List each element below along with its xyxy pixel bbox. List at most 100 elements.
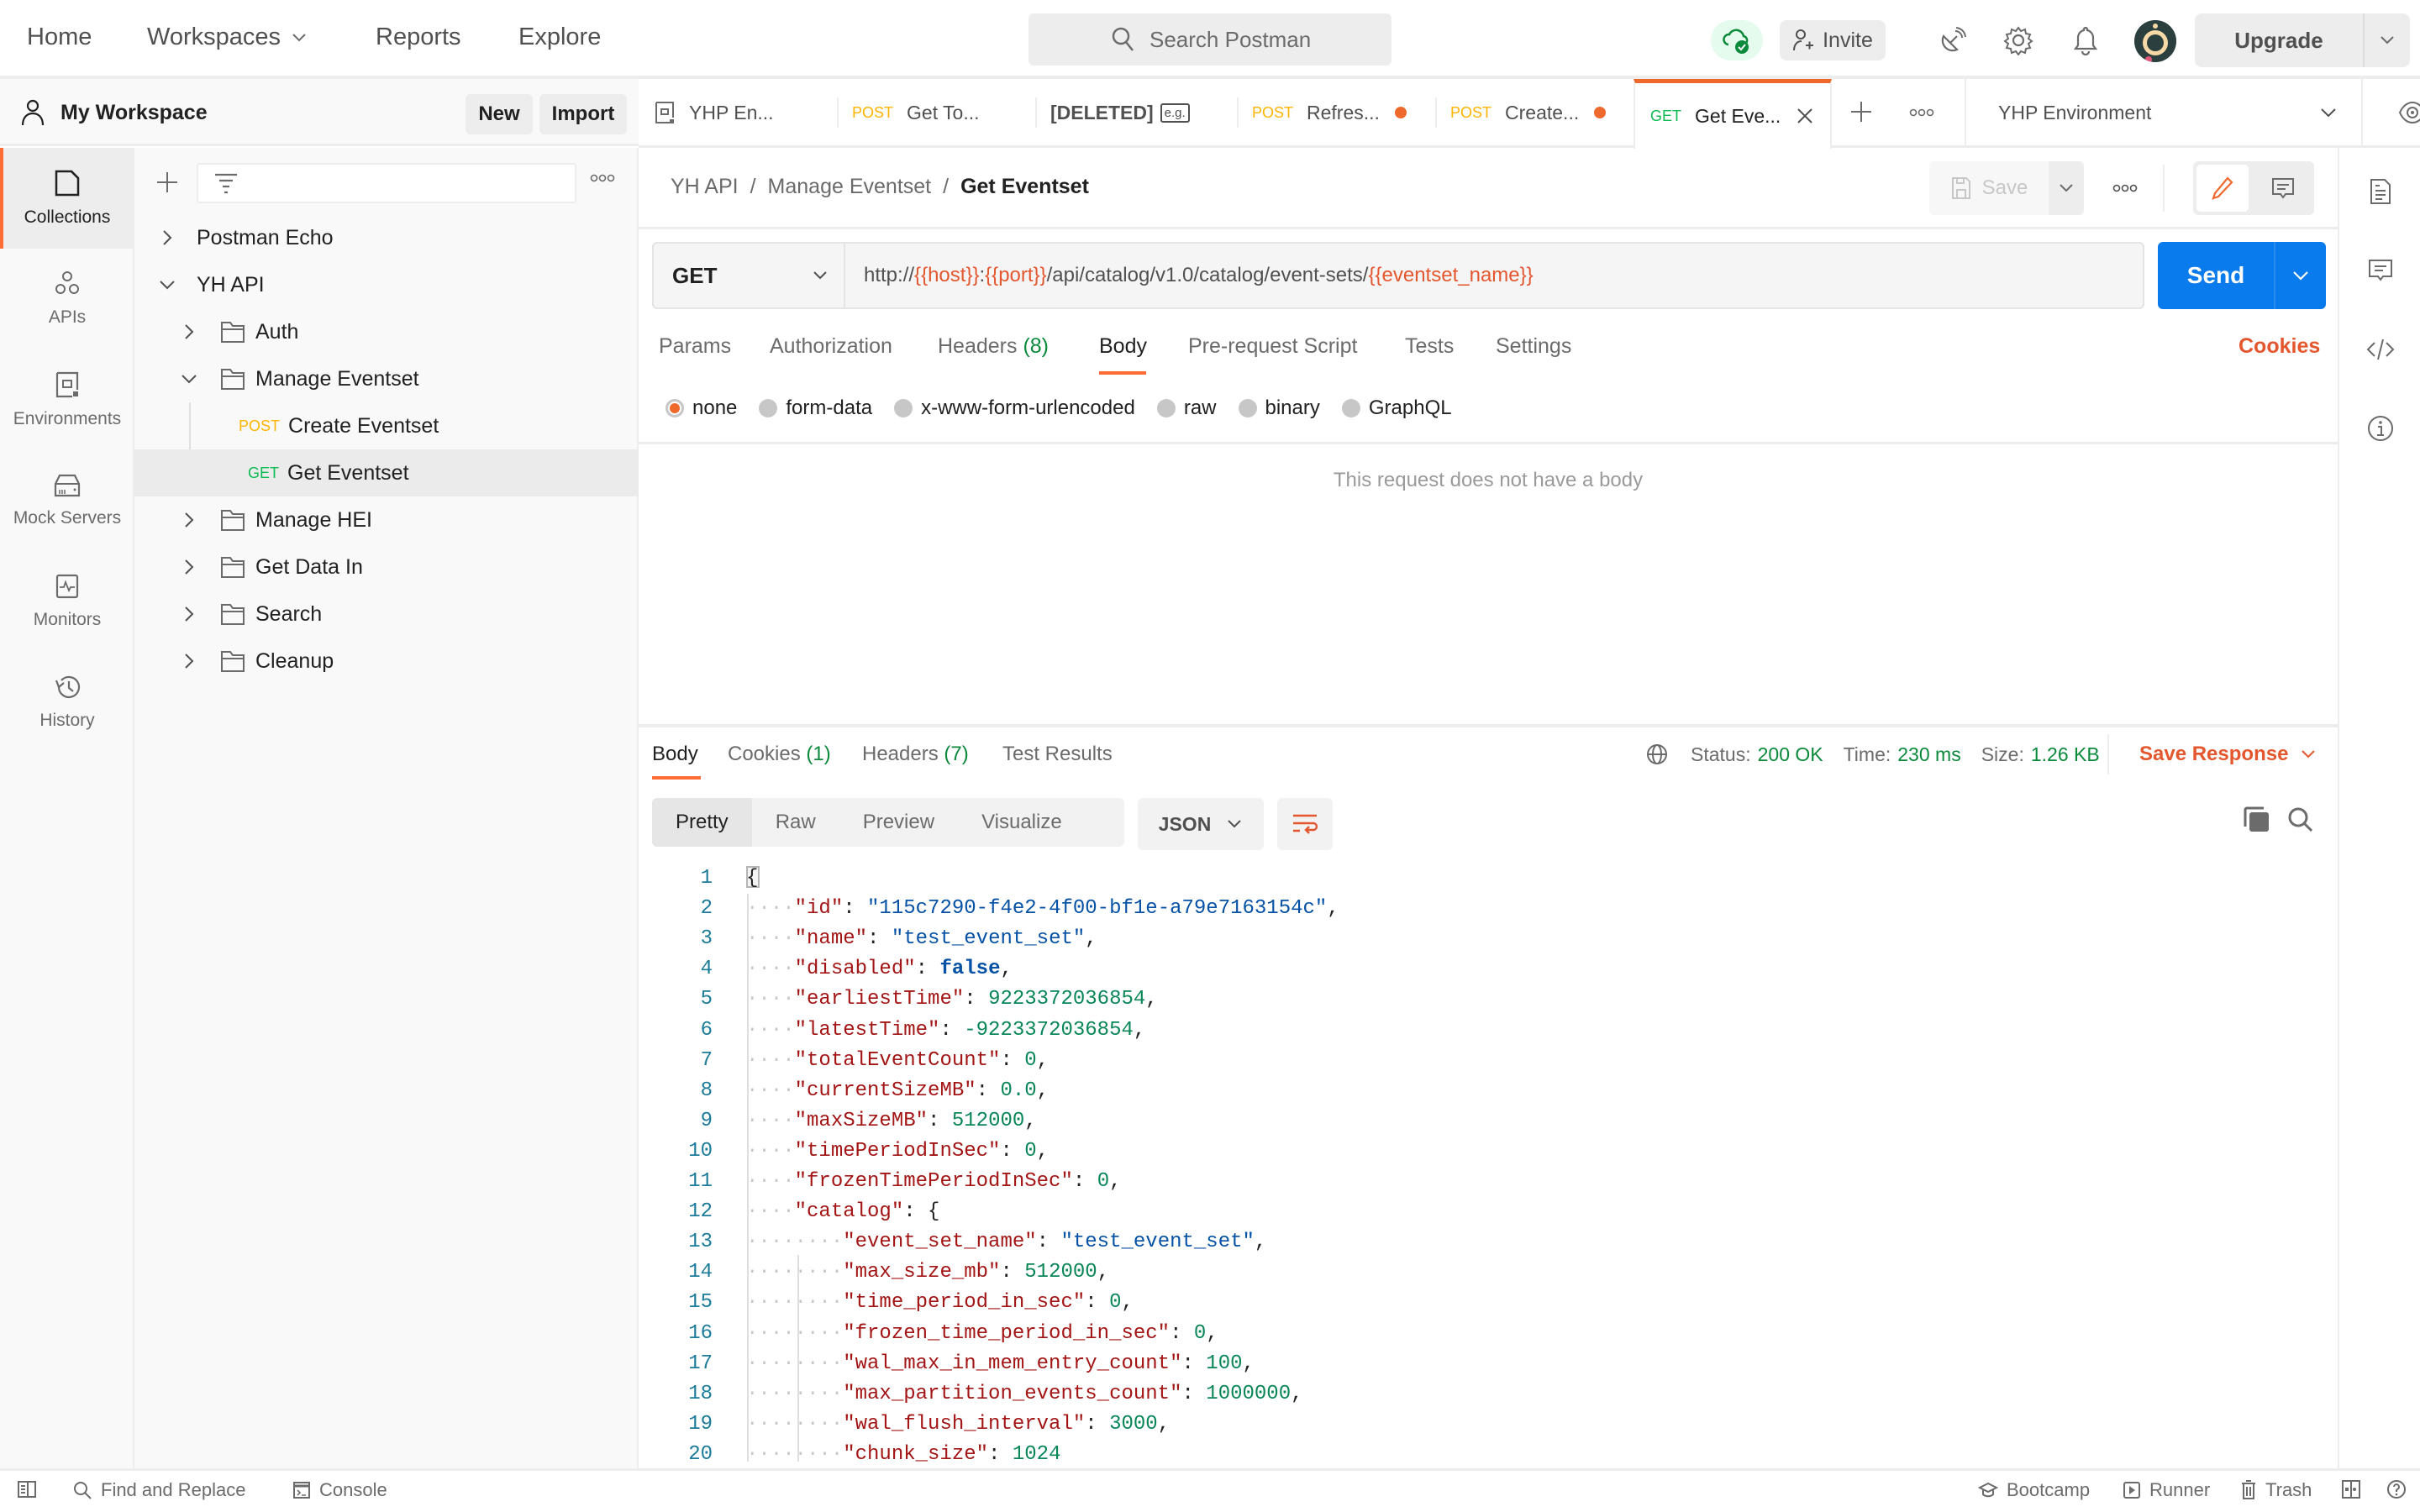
comment-mode-icon[interactable] xyxy=(2257,165,2309,212)
tab-get-token[interactable]: POST Get To... xyxy=(837,79,1035,146)
tab-pre-request-script[interactable]: Pre-request Script xyxy=(1188,334,1357,359)
size-value[interactable]: 1.26 KB xyxy=(2031,743,2100,766)
radio-form-data[interactable]: form-data xyxy=(759,396,872,420)
rail-item-collections[interactable]: Collections xyxy=(0,148,134,249)
invite-button[interactable]: Invite xyxy=(1780,20,1886,60)
upgrade-button[interactable]: Upgrade xyxy=(2195,13,2410,67)
view-pretty[interactable]: Pretty xyxy=(652,798,752,847)
view-visualize[interactable]: Visualize xyxy=(958,798,1086,847)
response-tab-cookies[interactable]: Cookies (1) xyxy=(728,743,831,766)
filter-input[interactable] xyxy=(197,163,576,203)
tabs-more-icon[interactable] xyxy=(1909,108,1934,118)
copy-icon[interactable] xyxy=(2244,806,2270,833)
tree-item-manage-hei[interactable]: Manage HEI xyxy=(134,496,639,543)
request-more-icon[interactable] xyxy=(2112,183,2138,193)
view-preview[interactable]: Preview xyxy=(839,798,958,847)
new-tab-icon[interactable] xyxy=(1849,99,1874,124)
tab-yhp-environment[interactable]: YHP En... xyxy=(639,79,837,146)
search-response-icon[interactable] xyxy=(2287,806,2314,833)
view-raw[interactable]: Raw xyxy=(752,798,839,847)
tab-body[interactable]: Body xyxy=(1099,334,1147,359)
satellite-icon[interactable] xyxy=(1936,24,1970,57)
save-dropdown-chevron-icon[interactable] xyxy=(2049,161,2084,215)
radio-binary[interactable]: binary xyxy=(1238,396,1320,420)
rail-item-mock-servers[interactable]: Mock Servers xyxy=(0,450,134,551)
tab-settings[interactable]: Settings xyxy=(1496,334,1571,359)
tab-get-eventset[interactable]: GET Get Eve... xyxy=(1634,79,1832,149)
two-pane-toggle[interactable] xyxy=(2341,1479,2361,1499)
nav-explore[interactable]: Explore xyxy=(518,24,601,51)
url-input[interactable]: http://{{host}}: {{port}}/api/catalog/v1.… xyxy=(845,244,1534,307)
documentation-icon[interactable] xyxy=(2362,173,2399,210)
comments-icon[interactable] xyxy=(2362,252,2399,289)
settings-gear-icon[interactable] xyxy=(2002,24,2035,57)
tree-item-create-eventset[interactable]: POST Create Eventset xyxy=(134,402,639,449)
tree-item-postman-echo[interactable]: Postman Echo xyxy=(134,214,639,261)
time-value[interactable]: 230 ms xyxy=(1897,743,1960,766)
response-tab-body[interactable]: Body xyxy=(652,743,698,766)
radio-x-www-form-urlencoded[interactable]: x-www-form-urlencoded xyxy=(894,396,1135,420)
nav-workspaces[interactable]: Workspaces xyxy=(147,24,308,51)
rail-item-monitors[interactable]: Monitors xyxy=(0,551,134,652)
send-dropdown-chevron-icon[interactable] xyxy=(2274,242,2326,309)
tree-item-yh-api[interactable]: YH API xyxy=(134,261,639,308)
import-button[interactable]: Import xyxy=(539,94,627,134)
tab-params[interactable]: Params xyxy=(659,334,731,359)
method-select[interactable]: GET xyxy=(654,244,845,307)
rail-item-history[interactable]: History xyxy=(0,652,134,753)
wrap-lines-button[interactable] xyxy=(1277,798,1333,850)
find-and-replace-button[interactable]: Find and Replace xyxy=(72,1479,245,1501)
runner-button[interactable]: Runner xyxy=(2123,1479,2210,1501)
response-tab-test-results[interactable]: Test Results xyxy=(1002,743,1113,766)
response-splitter[interactable] xyxy=(639,724,2338,727)
rail-item-environments[interactable]: Environments xyxy=(0,349,134,450)
cookies-link[interactable]: Cookies xyxy=(2238,334,2320,359)
nav-home[interactable]: Home xyxy=(27,24,92,51)
trash-button[interactable]: Trash xyxy=(2240,1479,2312,1501)
console-button[interactable]: Console xyxy=(292,1479,387,1501)
send-button[interactable]: Send xyxy=(2158,242,2326,309)
radio-graphql[interactable]: GraphQL xyxy=(1341,396,1452,420)
info-icon[interactable] xyxy=(2362,410,2399,447)
tab-authorization[interactable]: Authorization xyxy=(770,334,892,359)
sidebar-more-icon[interactable] xyxy=(590,173,615,183)
avatar[interactable] xyxy=(2134,20,2176,62)
tree-item-search[interactable]: Search xyxy=(134,591,639,638)
environment-quick-look-eye-icon[interactable] xyxy=(2398,99,2420,126)
search-input[interactable]: Search Postman xyxy=(1028,13,1392,66)
add-collection-icon[interactable] xyxy=(155,170,180,195)
breadcrumb-collection[interactable]: YH API xyxy=(671,175,739,199)
bell-icon[interactable] xyxy=(2069,24,2102,57)
close-tab-icon[interactable] xyxy=(1796,107,1814,125)
cloud-sync-button[interactable] xyxy=(1711,20,1763,60)
tree-item-get-data-in[interactable]: Get Data In xyxy=(134,543,639,591)
network-globe-icon[interactable] xyxy=(1645,743,1669,766)
response-code-viewer[interactable]: 1{2 ····"id": "115c7290-f4e2-4f00-bf1e-a7… xyxy=(639,860,2306,1462)
workspace-title[interactable]: My Workspace xyxy=(20,99,208,126)
radio-none[interactable]: none xyxy=(666,396,737,420)
tab-deleted[interactable]: [DELETED] e.g. xyxy=(1035,79,1237,146)
new-button[interactable]: New xyxy=(466,94,533,134)
rail-item-apis[interactable]: APIs xyxy=(0,249,134,349)
upgrade-dropdown-chevron-icon[interactable] xyxy=(2363,13,2410,67)
tab-tests[interactable]: Tests xyxy=(1405,334,1454,359)
response-tab-headers[interactable]: Headers (7) xyxy=(862,743,969,766)
format-select[interactable]: JSON xyxy=(1138,798,1264,850)
edit-mode-pencil-icon[interactable] xyxy=(2196,165,2249,212)
environment-selector[interactable]: YHP Environment xyxy=(1966,79,2361,146)
tab-create[interactable]: POST Create... xyxy=(1435,79,1634,146)
tab-headers[interactable]: Headers (8) xyxy=(938,334,1049,359)
tab-refresh[interactable]: POST Refres... xyxy=(1237,79,1435,146)
help-button[interactable] xyxy=(2386,1479,2407,1499)
nav-reports[interactable]: Reports xyxy=(376,24,461,51)
status-value[interactable]: 200 OK xyxy=(1758,743,1823,766)
tree-item-manage-eventset[interactable]: Manage Eventset xyxy=(134,355,639,402)
breadcrumb-folder[interactable]: Manage Eventset xyxy=(768,175,932,199)
tree-item-get-eventset[interactable]: GET Get Eventset xyxy=(134,449,639,496)
save-response-button[interactable]: Save Response xyxy=(2139,743,2317,766)
tree-item-auth[interactable]: Auth xyxy=(134,308,639,355)
toggle-sidebar-button[interactable] xyxy=(17,1479,37,1499)
tree-item-cleanup[interactable]: Cleanup xyxy=(134,638,639,685)
radio-raw[interactable]: raw xyxy=(1156,396,1217,420)
code-snippet-icon[interactable] xyxy=(2362,331,2399,368)
